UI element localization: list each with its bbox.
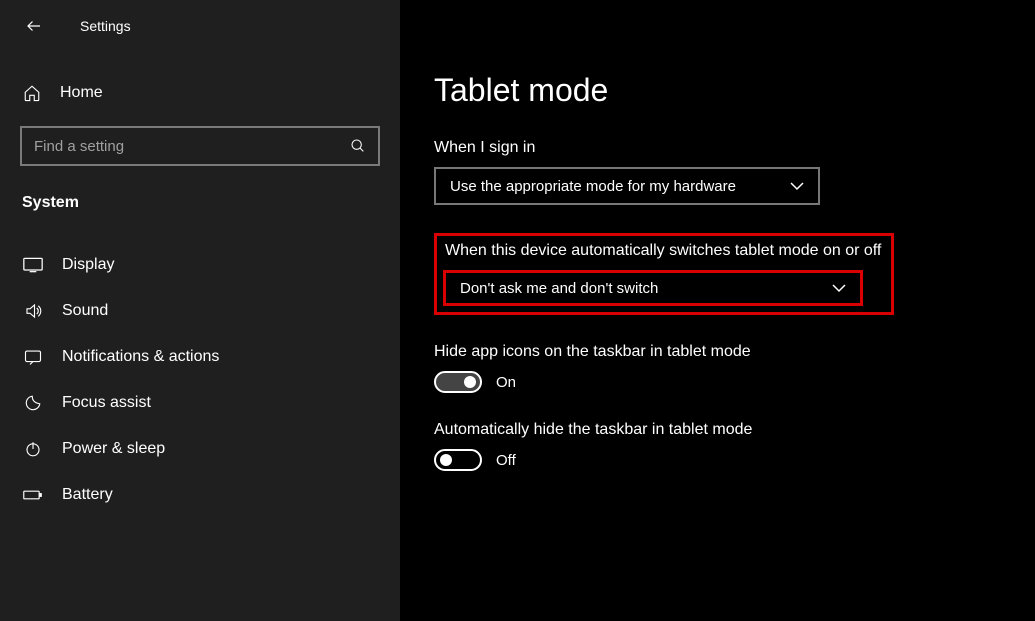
sidebar-item-display[interactable]: Display bbox=[0, 242, 400, 288]
signin-setting: When I sign in Use the appropriate mode … bbox=[434, 139, 1035, 205]
sidebar-item-label: Focus assist bbox=[62, 394, 151, 412]
home-label: Home bbox=[60, 84, 103, 102]
hide-taskbar-label: Automatically hide the taskbar in tablet… bbox=[434, 421, 1035, 439]
toggle-knob bbox=[464, 376, 476, 388]
hide-taskbar-setting: Automatically hide the taskbar in tablet… bbox=[434, 421, 1035, 471]
search-input[interactable] bbox=[34, 138, 350, 155]
autoswitch-dropdown[interactable]: Don't ask me and don't switch bbox=[443, 270, 863, 306]
chevron-down-icon bbox=[790, 181, 804, 191]
hide-icons-toggle-row: On bbox=[434, 371, 1035, 393]
display-icon bbox=[22, 257, 44, 273]
toggle-knob bbox=[440, 454, 452, 466]
hide-taskbar-state: Off bbox=[496, 452, 516, 469]
hide-icons-label: Hide app icons on the taskbar in tablet … bbox=[434, 343, 1035, 361]
hide-icons-toggle[interactable] bbox=[434, 371, 482, 393]
focus-assist-icon bbox=[22, 394, 44, 412]
sidebar-item-label: Notifications & actions bbox=[62, 348, 219, 366]
hide-icons-state: On bbox=[496, 374, 516, 391]
back-button[interactable] bbox=[22, 14, 46, 38]
sidebar-item-label: Sound bbox=[62, 302, 108, 320]
page-title: Tablet mode bbox=[434, 72, 1035, 109]
category-label: System bbox=[0, 176, 400, 222]
home-icon bbox=[22, 84, 42, 102]
sound-icon bbox=[22, 302, 44, 320]
battery-icon bbox=[22, 488, 44, 502]
nav-list: Display Sound Notifications & actions Fo… bbox=[0, 242, 400, 518]
autoswitch-highlight: When this device automatically switches … bbox=[434, 233, 894, 315]
signin-dropdown[interactable]: Use the appropriate mode for my hardware bbox=[434, 167, 820, 205]
autoswitch-dropdown-value: Don't ask me and don't switch bbox=[460, 280, 658, 297]
signin-label: When I sign in bbox=[434, 139, 1035, 157]
home-link[interactable]: Home bbox=[0, 74, 400, 112]
arrow-left-icon bbox=[25, 17, 43, 35]
search-icon bbox=[350, 138, 366, 154]
search-box[interactable] bbox=[20, 126, 380, 166]
sidebar-item-battery[interactable]: Battery bbox=[0, 472, 400, 518]
chevron-down-icon bbox=[832, 283, 846, 293]
window-title: Settings bbox=[80, 18, 131, 34]
autoswitch-label: When this device automatically switches … bbox=[437, 236, 891, 266]
sidebar-item-label: Battery bbox=[62, 486, 113, 504]
header-row: Settings bbox=[0, 14, 400, 38]
sidebar: Settings Home System Display Sound Notif… bbox=[0, 0, 400, 621]
sidebar-item-focus-assist[interactable]: Focus assist bbox=[0, 380, 400, 426]
hide-taskbar-toggle[interactable] bbox=[434, 449, 482, 471]
search-container bbox=[0, 112, 400, 176]
sidebar-item-label: Power & sleep bbox=[62, 440, 165, 458]
hide-taskbar-toggle-row: Off bbox=[434, 449, 1035, 471]
sidebar-item-label: Display bbox=[62, 256, 114, 274]
hide-icons-setting: Hide app icons on the taskbar in tablet … bbox=[434, 343, 1035, 393]
sidebar-item-power-sleep[interactable]: Power & sleep bbox=[0, 426, 400, 472]
power-icon bbox=[22, 440, 44, 458]
main-content: Tablet mode When I sign in Use the appro… bbox=[400, 0, 1035, 621]
notifications-icon bbox=[22, 349, 44, 365]
sidebar-item-sound[interactable]: Sound bbox=[0, 288, 400, 334]
sidebar-item-notifications[interactable]: Notifications & actions bbox=[0, 334, 400, 380]
signin-dropdown-value: Use the appropriate mode for my hardware bbox=[450, 178, 736, 195]
